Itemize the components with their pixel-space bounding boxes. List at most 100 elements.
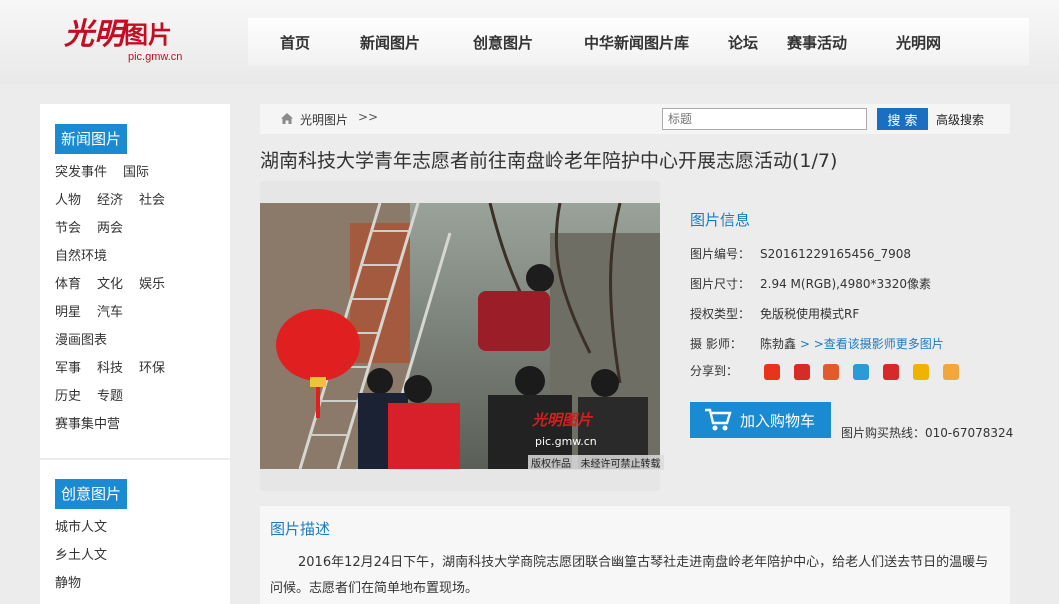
sidebar-link[interactable]: 环保 <box>139 361 165 376</box>
sidebar-row: 人物 经济 社会 <box>55 187 225 215</box>
sidebar-row: 自然环境 <box>55 243 225 271</box>
sidebar-creative-title[interactable]: 创意图片 <box>55 479 128 509</box>
sidebar-row: 赛事集中营 <box>55 411 225 439</box>
sidebar-row: 历史 专题 <box>55 383 225 411</box>
sidebar-link[interactable]: 科技 <box>97 361 123 376</box>
info-heading: 图片信息 <box>690 211 751 229</box>
sidebar-link[interactable]: 自然环境 <box>55 249 107 264</box>
sidebar-link[interactable]: 城市人文 <box>55 520 107 535</box>
sidebar-row: 明星 汽车 <box>55 299 225 327</box>
info-share: 分享到： <box>690 362 969 380</box>
sidebar-link[interactable]: 乡土人文 <box>55 548 107 563</box>
sidebar-link[interactable]: 突发事件 <box>55 165 107 180</box>
sidebar-row: 突发事件 国际 <box>55 159 225 187</box>
sidebar-link[interactable]: 静物 <box>55 576 81 591</box>
sidebar-news-links: 突发事件 国际 人物 经济 社会 节会 两会 自然环境 体育 文化 娱乐 明星 汽车 漫画图表… <box>55 159 225 439</box>
share-icons <box>763 363 969 380</box>
add-to-cart-button[interactable]: 加入购物车 <box>690 402 831 438</box>
sidebar-row: 节会 两会 <box>55 215 225 243</box>
breadcrumb-home-link[interactable]: 光明图片 <box>300 111 348 128</box>
image-description: 图片描述 2016年12月24日下午，湖南科技大学商院志愿团联合幽篁古琴社走进南… <box>260 506 1010 604</box>
watermark-domain: pic.gmw.cn <box>535 435 597 448</box>
site-header: 光明 图片 pic.gmw.cn 首页 新闻图片 创意图片 中华新闻图片库 论坛… <box>0 0 1059 84</box>
sidebar-link[interactable]: 经济 <box>97 193 123 208</box>
copyright-notice: 版权作品 未经许可禁止转载 <box>528 455 664 470</box>
nav-home[interactable]: 首页 <box>280 32 310 53</box>
nav-creative-images[interactable]: 创意图片 <box>473 32 533 53</box>
sidebar-row: 乡土人文 <box>55 542 225 570</box>
sidebar-row: 漫画图表 <box>55 327 225 355</box>
shopping-cart-icon <box>705 408 732 431</box>
logo-mark: 光明 图片 <box>63 17 172 52</box>
info-id-label: 图片编号： <box>690 247 751 261</box>
sidebar-link[interactable]: 专题 <box>97 389 123 404</box>
purchase-hotline: 图片购买热线：010-67078324 <box>841 426 1014 440</box>
photo-frame: 光明图片 pic.gmw.cn 版权作品 未经许可禁止转载 <box>260 181 664 491</box>
nav-events[interactable]: 赛事活动 <box>787 32 847 53</box>
advanced-search-link[interactable]: 高级搜索 <box>936 111 984 128</box>
info-id-value: S20161229165456_7908 <box>760 247 912 261</box>
sidebar-link[interactable]: 漫画图表 <box>55 333 107 348</box>
sidebar-link[interactable]: 军事 <box>55 361 81 376</box>
info-size: 图片尺寸： 2.94 M(RGB),4980*3320像素 <box>690 275 931 292</box>
add-to-cart-label: 加入购物车 <box>740 412 816 430</box>
breadcrumb: 光明图片 >> 搜 索 高级搜索 <box>260 104 1010 134</box>
photographer-more-link[interactable]: > >查看该摄影师更多图片 <box>800 337 944 351</box>
info-id: 图片编号： S20161229165456_7908 <box>690 245 911 262</box>
description-heading: 图片描述 <box>270 520 331 538</box>
watermark-logo: 光明图片 <box>532 411 593 429</box>
nav-china-news-library[interactable]: 中华新闻图片库 <box>584 32 689 53</box>
nav-forum[interactable]: 论坛 <box>728 32 758 53</box>
nav-gmw[interactable]: 光明网 <box>896 32 941 53</box>
logo-domain: pic.gmw.cn <box>128 51 183 63</box>
sidebar-link[interactable]: 人物 <box>55 193 81 208</box>
info-size-label: 图片尺寸： <box>690 277 751 291</box>
share-renren-icon[interactable] <box>793 363 810 380</box>
sidebar-link[interactable]: 体育 <box>55 277 81 292</box>
main-nav: 首页 新闻图片 创意图片 中华新闻图片库 论坛 赛事活动 光明网 <box>248 18 1029 66</box>
info-license-value: 免版税使用模式RF <box>760 307 860 321</box>
info-photographer: 摄 影师： 陈勃鑫 > >查看该摄影师更多图片 <box>690 335 944 352</box>
breadcrumb-separator: >> <box>358 110 379 124</box>
info-photographer-label: 摄 影师： <box>690 337 742 351</box>
sidebar-link[interactable]: 国际 <box>123 165 149 180</box>
sidebar-link[interactable]: 娱乐 <box>139 277 165 292</box>
photographer-name: 陈勃鑫 <box>760 337 797 351</box>
description-text: 2016年12月24日下午，湖南科技大学商院志愿团联合幽篁古琴社走进南盘岭老年陪… <box>270 555 989 596</box>
sidebar-creative-links: 城市人文 乡土人文 静物 <box>55 514 225 598</box>
share-qzone-icon[interactable] <box>912 363 929 380</box>
svg-text:图片: 图片 <box>124 21 172 49</box>
search-button[interactable]: 搜 索 <box>877 108 928 130</box>
svg-text:光明: 光明 <box>63 17 129 52</box>
share-tencent-weibo-icon[interactable] <box>853 363 870 380</box>
search-input[interactable] <box>662 108 867 130</box>
share-google-icon[interactable] <box>763 363 780 380</box>
share-douban-icon[interactable] <box>942 363 959 380</box>
sidebar-link[interactable]: 赛事集中营 <box>55 417 120 432</box>
sidebar-link[interactable]: 两会 <box>97 221 123 236</box>
share-label: 分享到： <box>690 364 739 378</box>
info-license-label: 授权类型： <box>690 307 751 321</box>
sidebar-link[interactable]: 历史 <box>55 389 81 404</box>
sidebar-row: 体育 文化 娱乐 <box>55 271 225 299</box>
site-logo[interactable]: 光明 图片 pic.gmw.cn <box>62 12 192 66</box>
page-title: 湖南科技大学青年志愿者前往南盘岭老年陪护中心开展志愿活动(1/7) <box>260 150 838 172</box>
info-license: 授权类型： 免版税使用模式RF <box>690 305 859 322</box>
home-icon[interactable] <box>280 112 294 125</box>
share-weibo-icon[interactable] <box>823 363 840 380</box>
left-sidebar: 新闻图片 突发事件 国际 人物 经济 社会 节会 两会 自然环境 体育 文化 娱乐 明星 汽车… <box>40 104 230 604</box>
photo-watermark: 光明图片 pic.gmw.cn <box>532 409 660 449</box>
sidebar-link[interactable]: 社会 <box>139 193 165 208</box>
share-kaixin-icon[interactable] <box>883 363 900 380</box>
sidebar-divider <box>40 458 230 460</box>
sidebar-row: 军事 科技 环保 <box>55 355 225 383</box>
sidebar-row: 静物 <box>55 570 225 598</box>
sidebar-link[interactable]: 汽车 <box>97 305 123 320</box>
sidebar-news-title[interactable]: 新闻图片 <box>55 124 128 154</box>
info-size-value: 2.94 M(RGB),4980*3320像素 <box>760 277 932 291</box>
sidebar-row: 城市人文 <box>55 514 225 542</box>
sidebar-link[interactable]: 明星 <box>55 305 81 320</box>
sidebar-link[interactable]: 节会 <box>55 221 81 236</box>
sidebar-link[interactable]: 文化 <box>97 277 123 292</box>
nav-news-images[interactable]: 新闻图片 <box>360 32 420 53</box>
